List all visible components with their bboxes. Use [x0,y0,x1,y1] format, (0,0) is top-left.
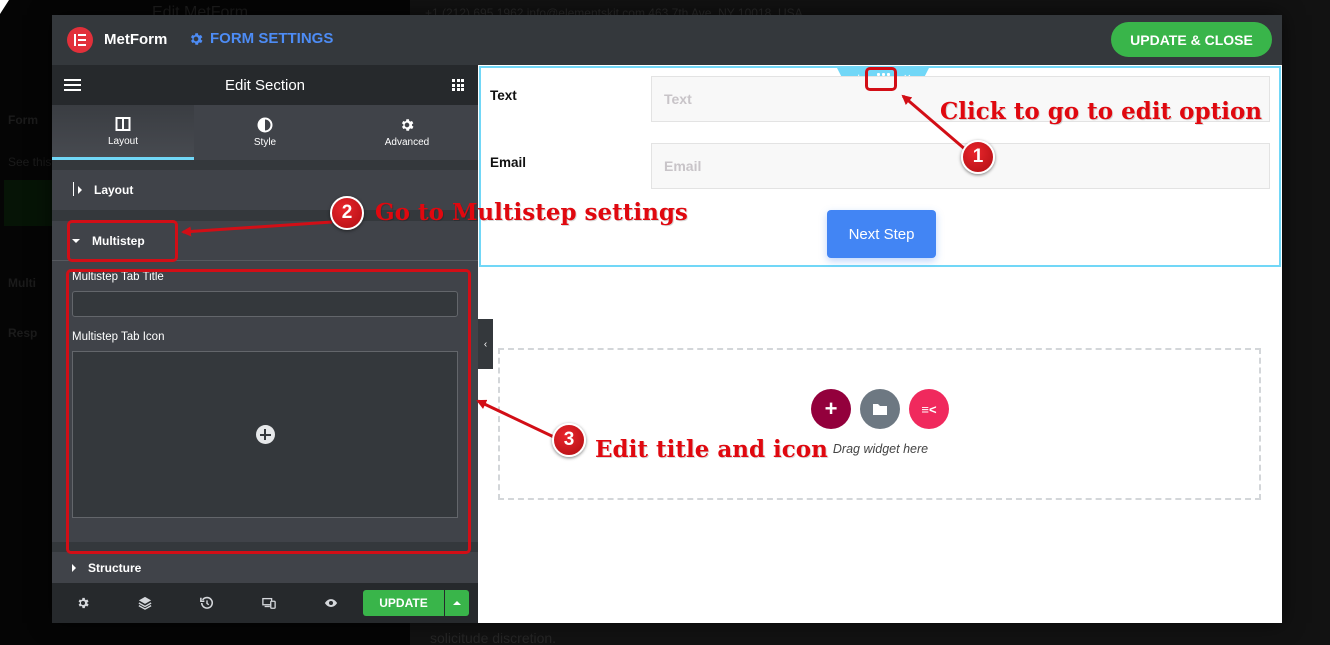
brand-name: MetForm [104,31,168,48]
caret-right-icon [78,186,82,194]
dropzone-actions: + ≡< [811,389,949,429]
annotation-text-3: Edit title and icon [595,436,828,463]
annotation-text-2: Go to Multistep settings [375,199,688,226]
ghost-item: Form [8,113,38,127]
text-cursor [73,182,74,196]
update-button[interactable]: UPDATE [363,590,444,616]
navigator-button[interactable] [114,596,176,610]
history-icon [200,596,214,609]
gear-icon [190,32,203,45]
section-structure-label: Structure [88,561,142,575]
panel-footer: UPDATE [52,583,478,623]
highlight-multistep-controls [66,269,471,554]
tab-advanced[interactable]: Advanced [336,105,478,160]
layers-icon [138,596,152,610]
menu-icon[interactable] [64,79,81,91]
ghost-item: Resp [8,326,38,340]
update-close-button[interactable]: UPDATE & CLOSE [1111,22,1272,57]
caret-right-icon [72,564,76,572]
tab-layout[interactable]: Layout [52,105,194,160]
responsive-button[interactable] [238,596,300,610]
divider [52,160,478,170]
chevron-left-icon: ‹ [483,338,488,350]
modal-header: MetForm FORM SETTINGS UPDATE & CLOSE [52,15,1282,65]
plus-icon: + [824,396,838,421]
form-settings-label: FORM SETTINGS [210,30,334,47]
update-options-caret[interactable] [445,590,469,616]
half-circle-icon [257,117,273,133]
template-library-button[interactable] [860,389,900,429]
step-badge-3: 3 [552,423,586,457]
panel-title: Edit Section [224,76,306,94]
elementskit-library-button[interactable]: ≡< [909,389,949,429]
folder-icon [873,404,887,415]
ghost-item: Multi [8,276,36,290]
section-structure-toggle[interactable]: Structure [52,552,478,584]
ghost-bottom-text: solicitude discretion. [430,630,557,645]
preview-button[interactable] [300,596,362,610]
step-badge-2: 2 [330,196,364,230]
highlight-multistep-heading [67,220,178,262]
columns-icon [115,116,131,131]
text-field-label: Text [490,88,517,103]
panel-header: Edit Section [52,65,478,105]
widgets-grid-icon[interactable] [452,79,464,91]
gear-icon [401,119,414,131]
tab-style-label: Style [253,137,277,148]
mouse-cursor-icon [0,0,9,14]
highlight-edit-handle [865,67,897,91]
next-step-button[interactable]: Next Step [827,210,936,258]
preview-canvas: + × Text Email Next Step + ≡< Dr [478,65,1282,623]
preview-eye-icon [324,599,338,607]
settings-button[interactable] [52,596,114,610]
panel-tabs: Layout Style Advanced [52,105,478,160]
section-layout-label: Layout [94,183,134,197]
email-field-label: Email [490,155,527,170]
history-button[interactable] [176,596,238,610]
form-settings-button[interactable]: FORM SETTINGS [188,30,333,47]
annotation-text-1: Click to go to edit option [940,98,1263,125]
form-section[interactable]: + × Text Email Next Step [479,66,1281,267]
settings-icon [78,597,89,609]
tab-style[interactable]: Style [194,105,336,160]
ghost-item: See this [8,155,52,169]
elementor-logo-icon [67,27,93,53]
responsive-icon [262,597,276,609]
widget-dropzone[interactable]: + ≡< Drag widget here [498,348,1261,500]
step-badge-1: 1 [961,140,995,174]
elementskit-icon: ≡< [921,401,937,417]
tab-advanced-label: Advanced [384,137,430,148]
add-new-section-button[interactable]: + [811,389,851,429]
screen: Edit MetForm Form See this Multi Resp +1… [0,0,1330,645]
email-field-input[interactable] [651,143,1270,189]
tab-layout-label: Layout [107,135,139,147]
collapse-panel-button[interactable]: ‹ [478,319,493,369]
